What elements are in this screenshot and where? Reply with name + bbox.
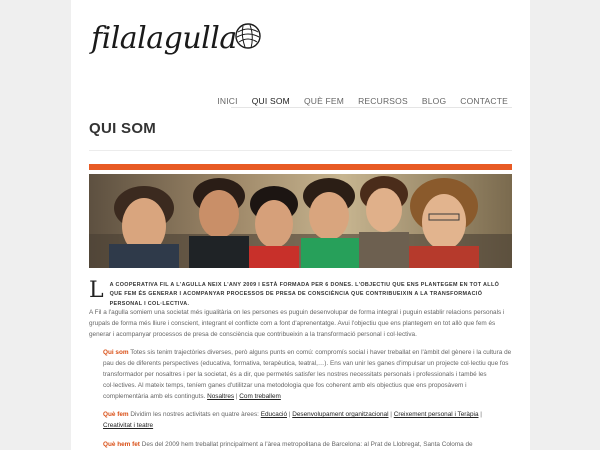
qui-som-paragraph: Qui som Totes sis tenim trajectòries div… <box>103 348 512 402</box>
team-photo <box>89 174 512 268</box>
qui-som-text: Totes sis tenim trajectòries diverses, p… <box>103 349 512 400</box>
nav-divider <box>231 107 512 108</box>
page-title: QUI SOM <box>89 120 157 137</box>
intro-text: A COOPERATIVA FIL A L'AGULLA NEIX L'ANY … <box>109 282 500 307</box>
intro-block: L A COOPERATIVA FIL A L'AGULLA NEIX L'AN… <box>89 278 512 309</box>
site-logo[interactable]: filalagulla <box>91 22 263 54</box>
nav-item-recursos[interactable]: RECURSOS <box>358 96 408 106</box>
que-hem-fet-paragraph: Què hem fet Des del 2009 hem treballat p… <box>103 440 512 450</box>
nav-item-blog[interactable]: BLOG <box>422 96 446 106</box>
body-paragraph: A Fil a l'agulla somiem una societat més… <box>89 309 505 338</box>
nav-item-inici[interactable]: INICI <box>217 96 237 106</box>
link-separator: | <box>478 411 482 418</box>
title-divider <box>89 150 512 151</box>
link-nosaltres[interactable]: Nosaltres <box>207 393 234 400</box>
accent-bar <box>89 164 512 170</box>
que-hem-fet-lead: Què hem fet <box>103 441 140 448</box>
main-nav: INICI QUI SOM QUÈ FEM RECURSOS BLOG CONT… <box>217 96 508 106</box>
intro-dropcap: L <box>89 278 104 303</box>
link-creixement[interactable]: Creixement personal i Teràpia <box>394 411 479 418</box>
link-creativitat[interactable]: Creativitat i teatre <box>103 422 153 429</box>
que-fem-text: Dividim les nostres activitats en quatre… <box>128 411 261 418</box>
team-photo-image <box>89 174 512 268</box>
qui-som-lead: Qui som <box>103 349 129 356</box>
que-fem-lead: Què fem <box>103 411 129 418</box>
nav-item-qui-som[interactable]: QUI SOM <box>252 96 290 106</box>
nav-item-contacte[interactable]: CONTACTE <box>460 96 508 106</box>
yarn-ball-icon <box>235 23 261 49</box>
nav-item-que-fem[interactable]: QUÈ FEM <box>304 96 344 106</box>
que-hem-fet-text: Des del 2009 hem treballat principalment… <box>139 441 473 448</box>
logo-text: filalagulla <box>91 21 237 56</box>
que-fem-paragraph: Què fem Dividim les nostres activitats e… <box>103 410 512 432</box>
link-desenvolupament[interactable]: Desenvolupament organitzacional <box>292 411 388 418</box>
link-com-treballem[interactable]: Com treballem <box>239 393 281 400</box>
page-container: filalagulla INICI QUI SOM QUÈ FEM RECURS… <box>71 0 530 450</box>
link-educacio[interactable]: Educació <box>261 411 287 418</box>
